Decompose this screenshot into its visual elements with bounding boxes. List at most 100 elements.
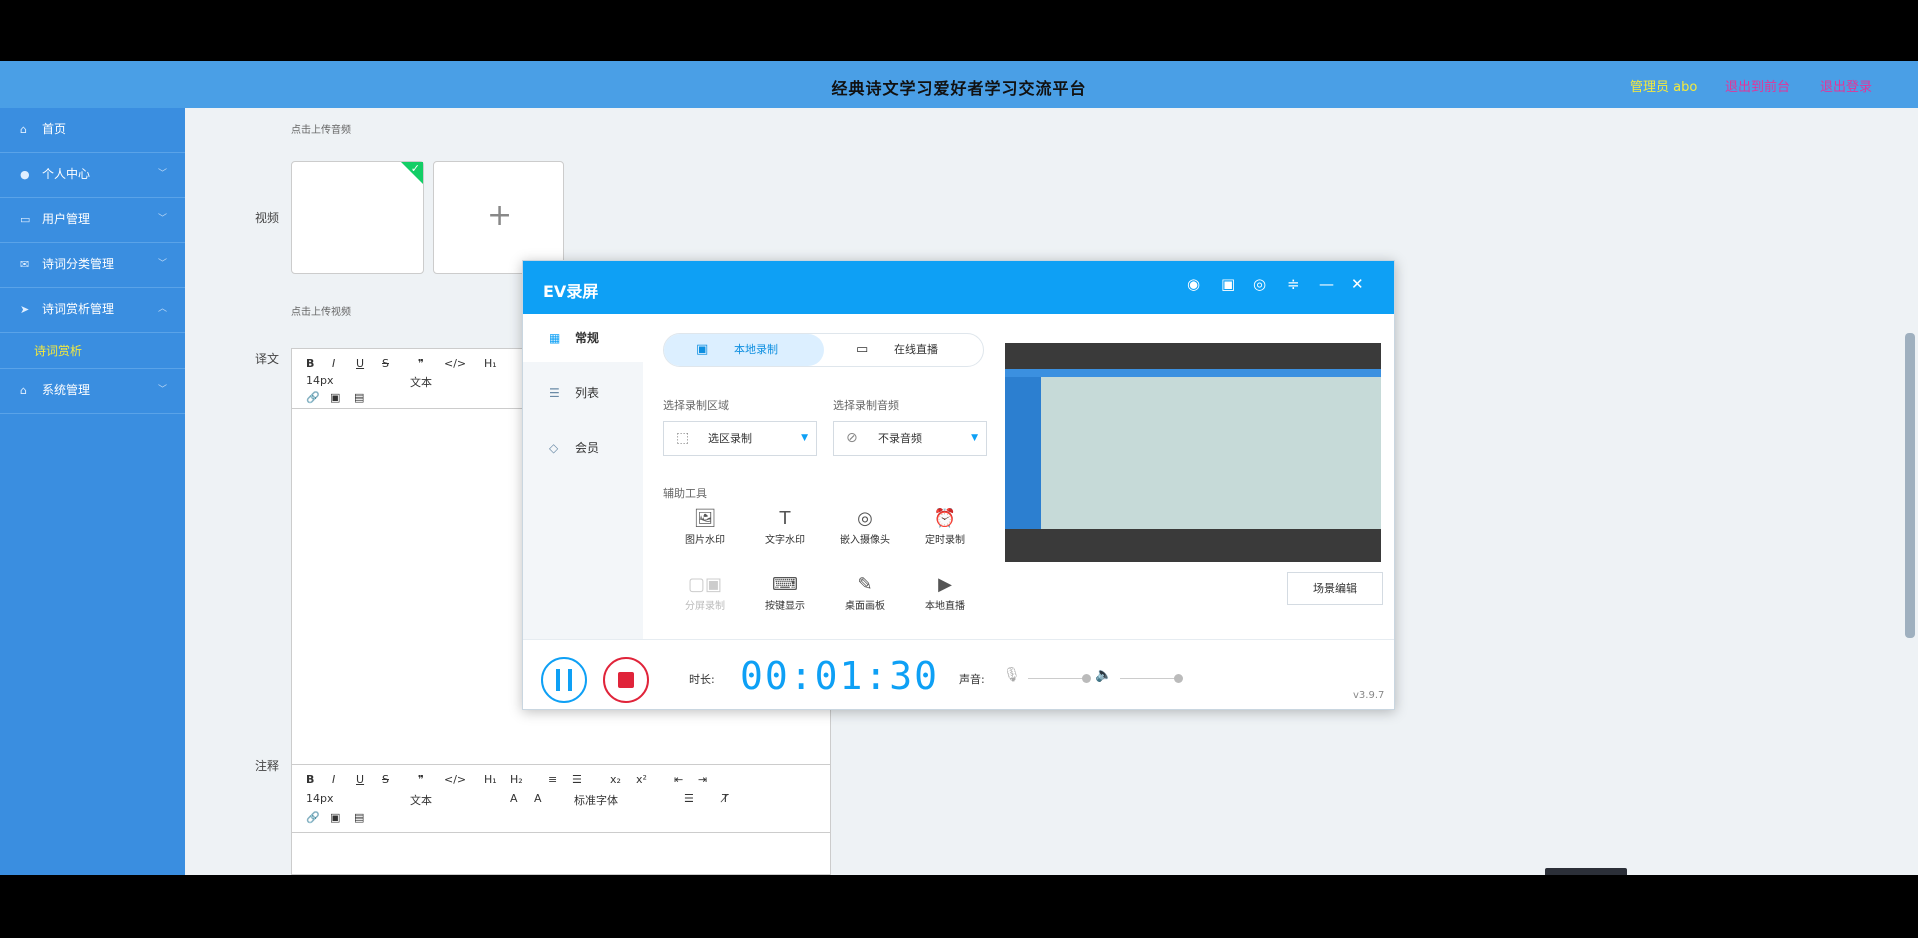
video-icon[interactable]: ▤ <box>354 811 364 824</box>
font-size-select[interactable]: 14px <box>306 374 334 387</box>
quote-button[interactable]: ❞ <box>418 357 424 370</box>
sidebar-item-personal[interactable]: ● 个人中心 ﹀ <box>0 153 185 198</box>
mic-volume-slider[interactable] <box>1028 678 1088 679</box>
audio-value: 不录音频 <box>878 432 922 445</box>
minimize-icon[interactable]: — <box>1319 275 1334 293</box>
speaker-volume-slider[interactable] <box>1120 678 1180 679</box>
timer-record-tool[interactable]: ⏰ 定时录制 <box>905 507 985 546</box>
audio-select[interactable]: ⊘ 不录音频 ▼ <box>833 421 987 456</box>
plus-icon: + <box>487 198 513 233</box>
bullet-list-button[interactable]: ☰ <box>572 773 582 786</box>
superscript-button[interactable]: x² <box>636 773 647 786</box>
ev-title: EV录屏 <box>543 282 599 301</box>
speaker-icon[interactable]: 🔈 <box>1095 667 1112 683</box>
account-icon[interactable]: ◉ <box>1187 275 1200 293</box>
microphone-icon[interactable]: 🎙 <box>1003 667 1021 683</box>
sidebar-item-home[interactable]: ⌂ 首页 <box>0 108 185 153</box>
system-tray-popup: ▯ ✿ ☁ ▦ <box>1545 868 1627 875</box>
sidebar-item-categories[interactable]: ✉ 诗词分类管理 ﹀ <box>0 243 185 288</box>
italic-button[interactable]: I <box>332 357 335 370</box>
text-style-select[interactable]: 文本 <box>410 374 432 390</box>
area-select[interactable]: ⬚ 选区录制 ▼ <box>663 421 817 456</box>
strike-button[interactable]: S <box>382 773 389 786</box>
clear-format-button[interactable]: T̸ <box>722 792 729 805</box>
background-color-button[interactable]: A <box>534 792 542 805</box>
tool-label: 分屏录制 <box>685 601 725 612</box>
recording-timer: 00:01:30 <box>740 654 940 698</box>
scrollbar-thumb[interactable] <box>1905 333 1915 638</box>
live-stream-button[interactable]: ▭ 在线直播 <box>824 334 984 366</box>
image-watermark-tool[interactable]: 🖼 图片水印 <box>665 507 745 546</box>
outdent-button[interactable]: ⇤ <box>674 773 683 786</box>
video-thumbnail[interactable]: ✓ <box>291 161 424 274</box>
text-style-select[interactable]: 文本 <box>410 792 432 808</box>
align-button[interactable]: ☰ <box>684 792 694 805</box>
quote-button[interactable]: ❞ <box>418 773 424 786</box>
bold-button[interactable]: B <box>306 773 314 786</box>
tool-label: 文字水印 <box>765 535 805 546</box>
recording-preview <box>1005 343 1381 562</box>
link-icon[interactable]: 🔗 <box>306 391 320 404</box>
code-button[interactable]: </> <box>444 773 466 786</box>
tab-general[interactable]: ▦ 常规 <box>523 314 643 362</box>
preview-content <box>1005 369 1381 529</box>
sidebar-item-users[interactable]: ▭ 用户管理 ﹀ <box>0 198 185 243</box>
text-watermark-tool[interactable]: T 文字水印 <box>745 507 825 546</box>
duration-label: 时长: <box>689 673 715 686</box>
h2-button[interactable]: H₂ <box>510 773 523 786</box>
text-icon: T <box>779 508 791 529</box>
sidebar-subitem-appreciation[interactable]: 诗词赏析 <box>0 333 185 369</box>
subscript-button[interactable]: x₂ <box>610 773 621 786</box>
h1-button[interactable]: H₁ <box>484 357 497 370</box>
notes-editor[interactable]: B I U S ❞ </> H₁ H₂ ≡ ☰ x₂ x² ⇤ ⇥ 14px 文… <box>291 764 831 875</box>
code-button[interactable]: </> <box>444 357 466 370</box>
logout-link[interactable]: 退出登录 <box>1820 76 1872 95</box>
chevron-up-icon: ︿ <box>157 304 167 314</box>
sidebar-item-label: 个人中心 <box>42 167 91 181</box>
underline-button[interactable]: U <box>356 773 364 786</box>
split-screen-tool[interactable]: ▢▣ 分屏录制 <box>665 573 745 612</box>
font-size-select[interactable]: 14px <box>306 792 334 805</box>
bold-button[interactable]: B <box>306 357 314 370</box>
local-record-button[interactable]: ▣ 本地录制 <box>664 334 824 366</box>
strike-button[interactable]: S <box>382 357 389 370</box>
h1-button[interactable]: H₁ <box>484 773 497 786</box>
menu-icon[interactable]: ≑ <box>1287 275 1300 293</box>
close-icon[interactable]: ✕ <box>1351 275 1364 293</box>
underline-button[interactable]: U <box>356 357 364 370</box>
desktop-board-tool[interactable]: ✎ 桌面画板 <box>825 573 905 612</box>
exit-to-front-link[interactable]: 退出到前台 <box>1725 76 1790 95</box>
indent-button[interactable]: ⇥ <box>698 773 707 786</box>
font-color-button[interactable]: A <box>510 792 518 805</box>
stop-button[interactable] <box>603 657 649 703</box>
local-live-tool[interactable]: ▶ 本地直播 <box>905 573 985 612</box>
tool-label: 本地直播 <box>925 601 965 612</box>
sidebar-item-appreciation[interactable]: ➤ 诗词赏析管理 ︿ <box>0 288 185 333</box>
translation-label: 译文 <box>255 352 280 366</box>
scene-edit-button[interactable]: 场景编辑 <box>1287 572 1383 605</box>
key-display-tool[interactable]: ⌨ 按键显示 <box>745 573 825 612</box>
sidebar-item-system[interactable]: ⌂ 系统管理 ﹀ <box>0 369 185 414</box>
image-icon[interactable]: ▣ <box>330 811 340 824</box>
eye-icon[interactable]: ◎ <box>1253 275 1266 293</box>
stop-icon <box>618 672 634 688</box>
video-icon[interactable]: ▤ <box>354 391 364 404</box>
font-family-select[interactable]: 标准字体 <box>574 792 618 808</box>
tab-list[interactable]: ☰ 列表 <box>523 369 643 417</box>
mic-slider-handle[interactable] <box>1082 674 1091 683</box>
pause-button[interactable] <box>541 657 587 703</box>
camera-tool[interactable]: ◎ 嵌入摄像头 <box>825 507 905 546</box>
sidebar-item-label: 诗词分类管理 <box>42 257 115 271</box>
link-icon[interactable]: 🔗 <box>306 811 320 824</box>
speaker-slider-handle[interactable] <box>1174 674 1183 683</box>
ev-control-bar: 时长: 00:01:30 声音: 🎙 🔈 v3.9.7 <box>523 639 1394 709</box>
tab-member[interactable]: ◇ 会员 <box>523 424 643 472</box>
video-upload-button[interactable]: + <box>433 161 564 274</box>
ordered-list-button[interactable]: ≡ <box>548 773 557 786</box>
notes-icon[interactable]: ▣ <box>1221 275 1235 293</box>
ev-title-bar[interactable]: EV录屏 ◉ ▣ ◎ ≑ — ✕ <box>523 261 1394 314</box>
italic-button[interactable]: I <box>332 773 335 786</box>
folder-icon: ▭ <box>20 213 31 226</box>
mail-icon: ✉ <box>20 258 30 271</box>
image-icon[interactable]: ▣ <box>330 391 340 404</box>
